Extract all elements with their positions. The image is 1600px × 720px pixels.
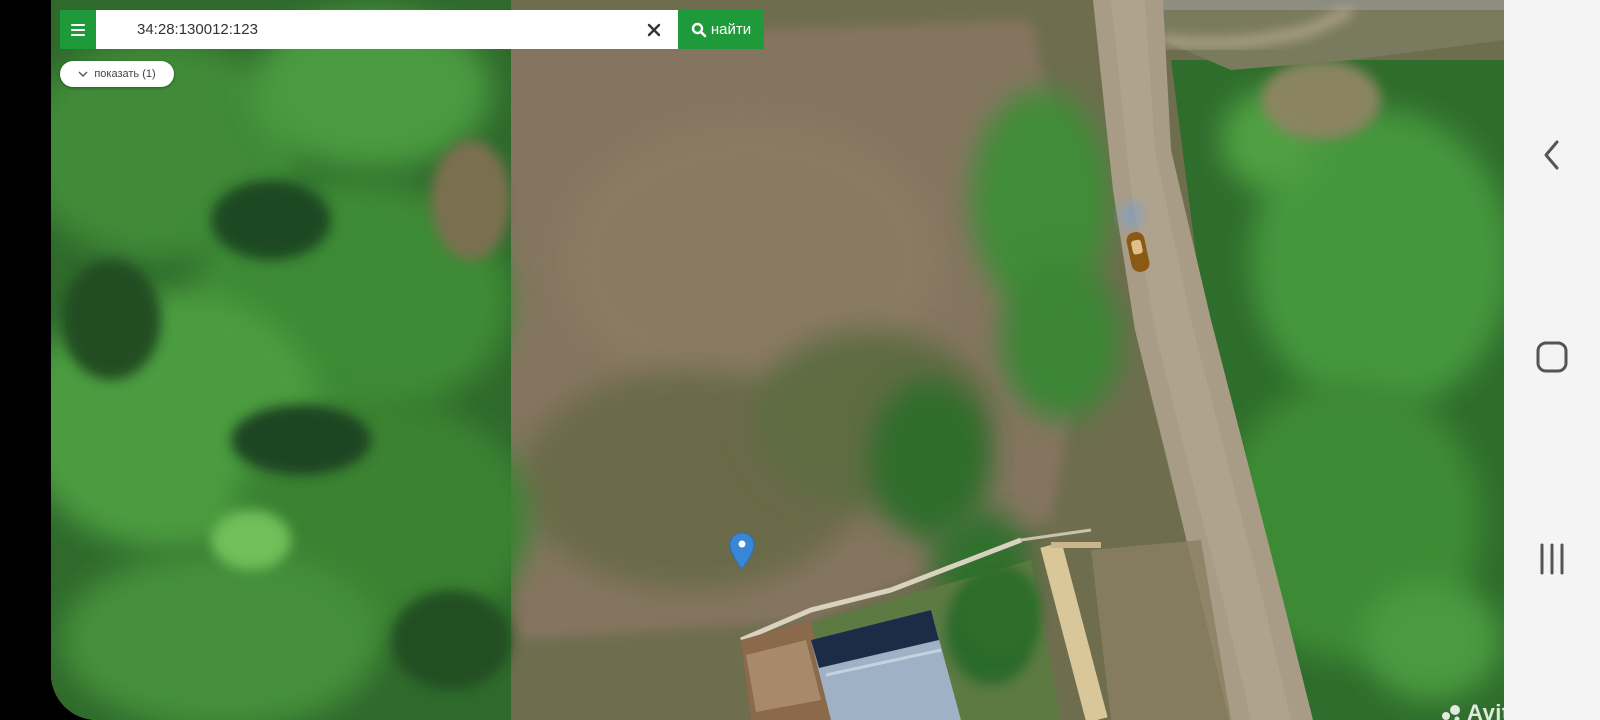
android-navigation-bar <box>1504 0 1600 720</box>
avito-logo-icon <box>1442 705 1460 720</box>
cadastral-search-input[interactable] <box>96 10 630 49</box>
search-button[interactable]: найти <box>678 10 764 49</box>
show-results-label: показать (1) <box>94 68 156 80</box>
search-button-label: найти <box>710 21 752 38</box>
recents-button[interactable] <box>1524 531 1580 587</box>
home-button[interactable] <box>1524 329 1580 385</box>
back-chevron-icon <box>1544 140 1559 170</box>
back-button[interactable] <box>1524 127 1580 183</box>
phone-screen: найти показать (1) Avito <box>0 0 1600 720</box>
magnifier-icon <box>691 22 707 37</box>
forest-left <box>51 0 531 720</box>
close-icon <box>647 23 661 36</box>
satellite-imagery[interactable] <box>51 0 1504 720</box>
recents-bars-icon <box>1540 543 1564 575</box>
avito-watermark: Avito <box>1441 700 1504 720</box>
menu-button[interactable] <box>60 10 96 49</box>
map-pin-icon[interactable] <box>729 532 755 570</box>
home-square-icon <box>1536 341 1568 373</box>
satellite-map[interactable]: найти показать (1) Avito <box>51 0 1504 720</box>
clear-search-button[interactable] <box>630 10 678 49</box>
chevron-down-icon <box>78 71 88 77</box>
hamburger-menu-icon <box>71 23 85 36</box>
watermark-text: Avito <box>1467 700 1504 720</box>
show-results-toggle[interactable]: показать (1) <box>60 61 174 87</box>
